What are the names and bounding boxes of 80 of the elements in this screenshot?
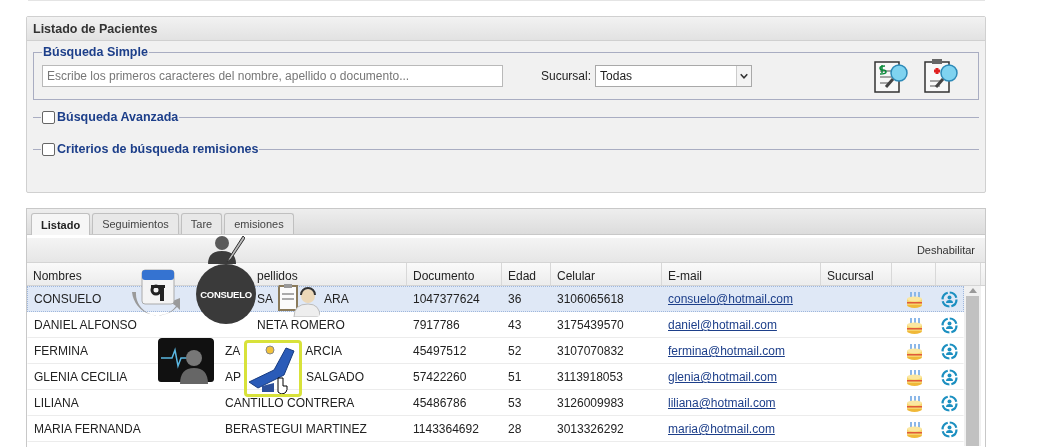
table-cell: FERMINA [34, 344, 88, 358]
column-header[interactable]: E-mail [668, 269, 702, 283]
option-label: Criterios de búsqueda remisiones [57, 142, 259, 156]
table-cell: CONSUELO [34, 292, 102, 306]
table-cell: LILIANA [34, 396, 79, 410]
patient-monitor-icon[interactable] [158, 338, 214, 384]
table-cell: ARA [324, 292, 349, 306]
table-cell: MARIA FERNANDA [34, 422, 141, 436]
tab[interactable]: Tare [180, 213, 223, 234]
email-link[interactable]: glenia@hotmail.com [668, 370, 777, 384]
table-cell: 3126009983 [557, 396, 624, 410]
column-header[interactable]: Nombres [33, 269, 82, 283]
table-cell: AP [225, 370, 241, 384]
table-cell: 3107070832 [557, 344, 624, 358]
table-cell: 3113918053 [557, 370, 623, 384]
dental-chair-icon[interactable] [244, 340, 302, 397]
table-cell: 3175439570 [557, 318, 624, 332]
email-link[interactable]: maria@hotmail.com [668, 422, 775, 436]
table-cell: 52 [508, 344, 522, 358]
table-cell: SA [257, 292, 273, 306]
column-header[interactable]: Sucursal [827, 269, 874, 283]
email-link[interactable]: consuelo@hotmail.com [668, 292, 793, 306]
user-refresh-icon[interactable] [941, 290, 958, 308]
table-cell: 51 [508, 370, 522, 384]
table-cell: 1047377624 [413, 292, 480, 306]
panel-title: Listado de Pacientes [27, 17, 985, 41]
birthday-cake-icon[interactable] [905, 342, 923, 360]
search-field[interactable]: Escribe los primeros caracteres del nombre, apellido o documento... [42, 65, 503, 87]
column-header[interactable]: Celular [557, 269, 595, 283]
table-cell: NETA ROMERO [257, 318, 345, 332]
table-cell: ARCIA [305, 344, 343, 358]
column-header[interactable]: Documento [413, 269, 475, 283]
tab[interactable]: Seguimientos [92, 213, 179, 234]
tab[interactable]: Listado [31, 213, 91, 235]
table-cell: ZA [225, 344, 241, 358]
table-cell: 3106065618 [557, 292, 624, 306]
user-refresh-icon[interactable] [941, 342, 958, 360]
call-center-icon[interactable] [278, 284, 320, 317]
table-cell: 1143364692 [413, 422, 479, 436]
table-cell: 3013326292 [557, 422, 624, 436]
table-cell: SALGADO [306, 370, 365, 384]
profile-edit-icon[interactable] [205, 234, 245, 264]
birthday-cake-icon[interactable] [905, 420, 923, 438]
table-cell: 28 [508, 422, 522, 436]
scrollbar[interactable] [964, 286, 981, 446]
table-cell: 57422260 [413, 370, 467, 384]
group-legend: Búsqueda Simple [42, 45, 149, 59]
table-cell: DANIEL ALFONSO [34, 318, 137, 332]
table-cell: GLENIA CECILIA [34, 370, 128, 384]
birthday-cake-icon[interactable] [905, 290, 923, 308]
column-header[interactable]: Edad [508, 269, 537, 283]
table-cell: BERASTEGUI MARTINEZ [225, 422, 367, 436]
branch-label: Sucursal: [541, 69, 592, 83]
column-header[interactable]: pellidos [257, 269, 298, 283]
medical-record-search-icon[interactable] [922, 57, 960, 95]
option-label: Búsqueda Avanzada [57, 110, 179, 124]
patient-name: CONSUELO [200, 288, 252, 300]
birthday-cake-icon[interactable] [905, 316, 923, 334]
user-refresh-icon[interactable] [941, 316, 958, 334]
table-cell: 36 [508, 292, 522, 306]
table-cell: 45497512 [413, 344, 467, 358]
birthday-cake-icon[interactable] [905, 368, 923, 386]
table-cell: 45486786 [413, 396, 467, 410]
branch-select[interactable]: Todas [595, 65, 753, 87]
disable-link[interactable]: Deshabilitar [916, 244, 975, 256]
email-link[interactable]: fermina@hotmail.com [668, 344, 785, 358]
email-link[interactable]: liliana@hotmail.com [668, 396, 776, 410]
caret-icon [736, 66, 752, 86]
table-cell: 53 [508, 396, 522, 410]
table-cell: 7917786 [413, 318, 460, 332]
checkbox[interactable] [42, 142, 55, 156]
table-cell: 43 [508, 318, 522, 332]
table-cell: CANTILLO CONTRERA [225, 396, 355, 410]
birthday-cake-icon[interactable] [905, 394, 923, 412]
user-refresh-icon[interactable] [941, 420, 958, 438]
checkbox[interactable] [42, 110, 55, 124]
user-refresh-icon[interactable] [941, 368, 958, 386]
email-link[interactable]: daniel@hotmail.com [668, 318, 777, 332]
tab[interactable]: emisiones [224, 213, 294, 234]
user-refresh-icon[interactable] [941, 394, 958, 412]
